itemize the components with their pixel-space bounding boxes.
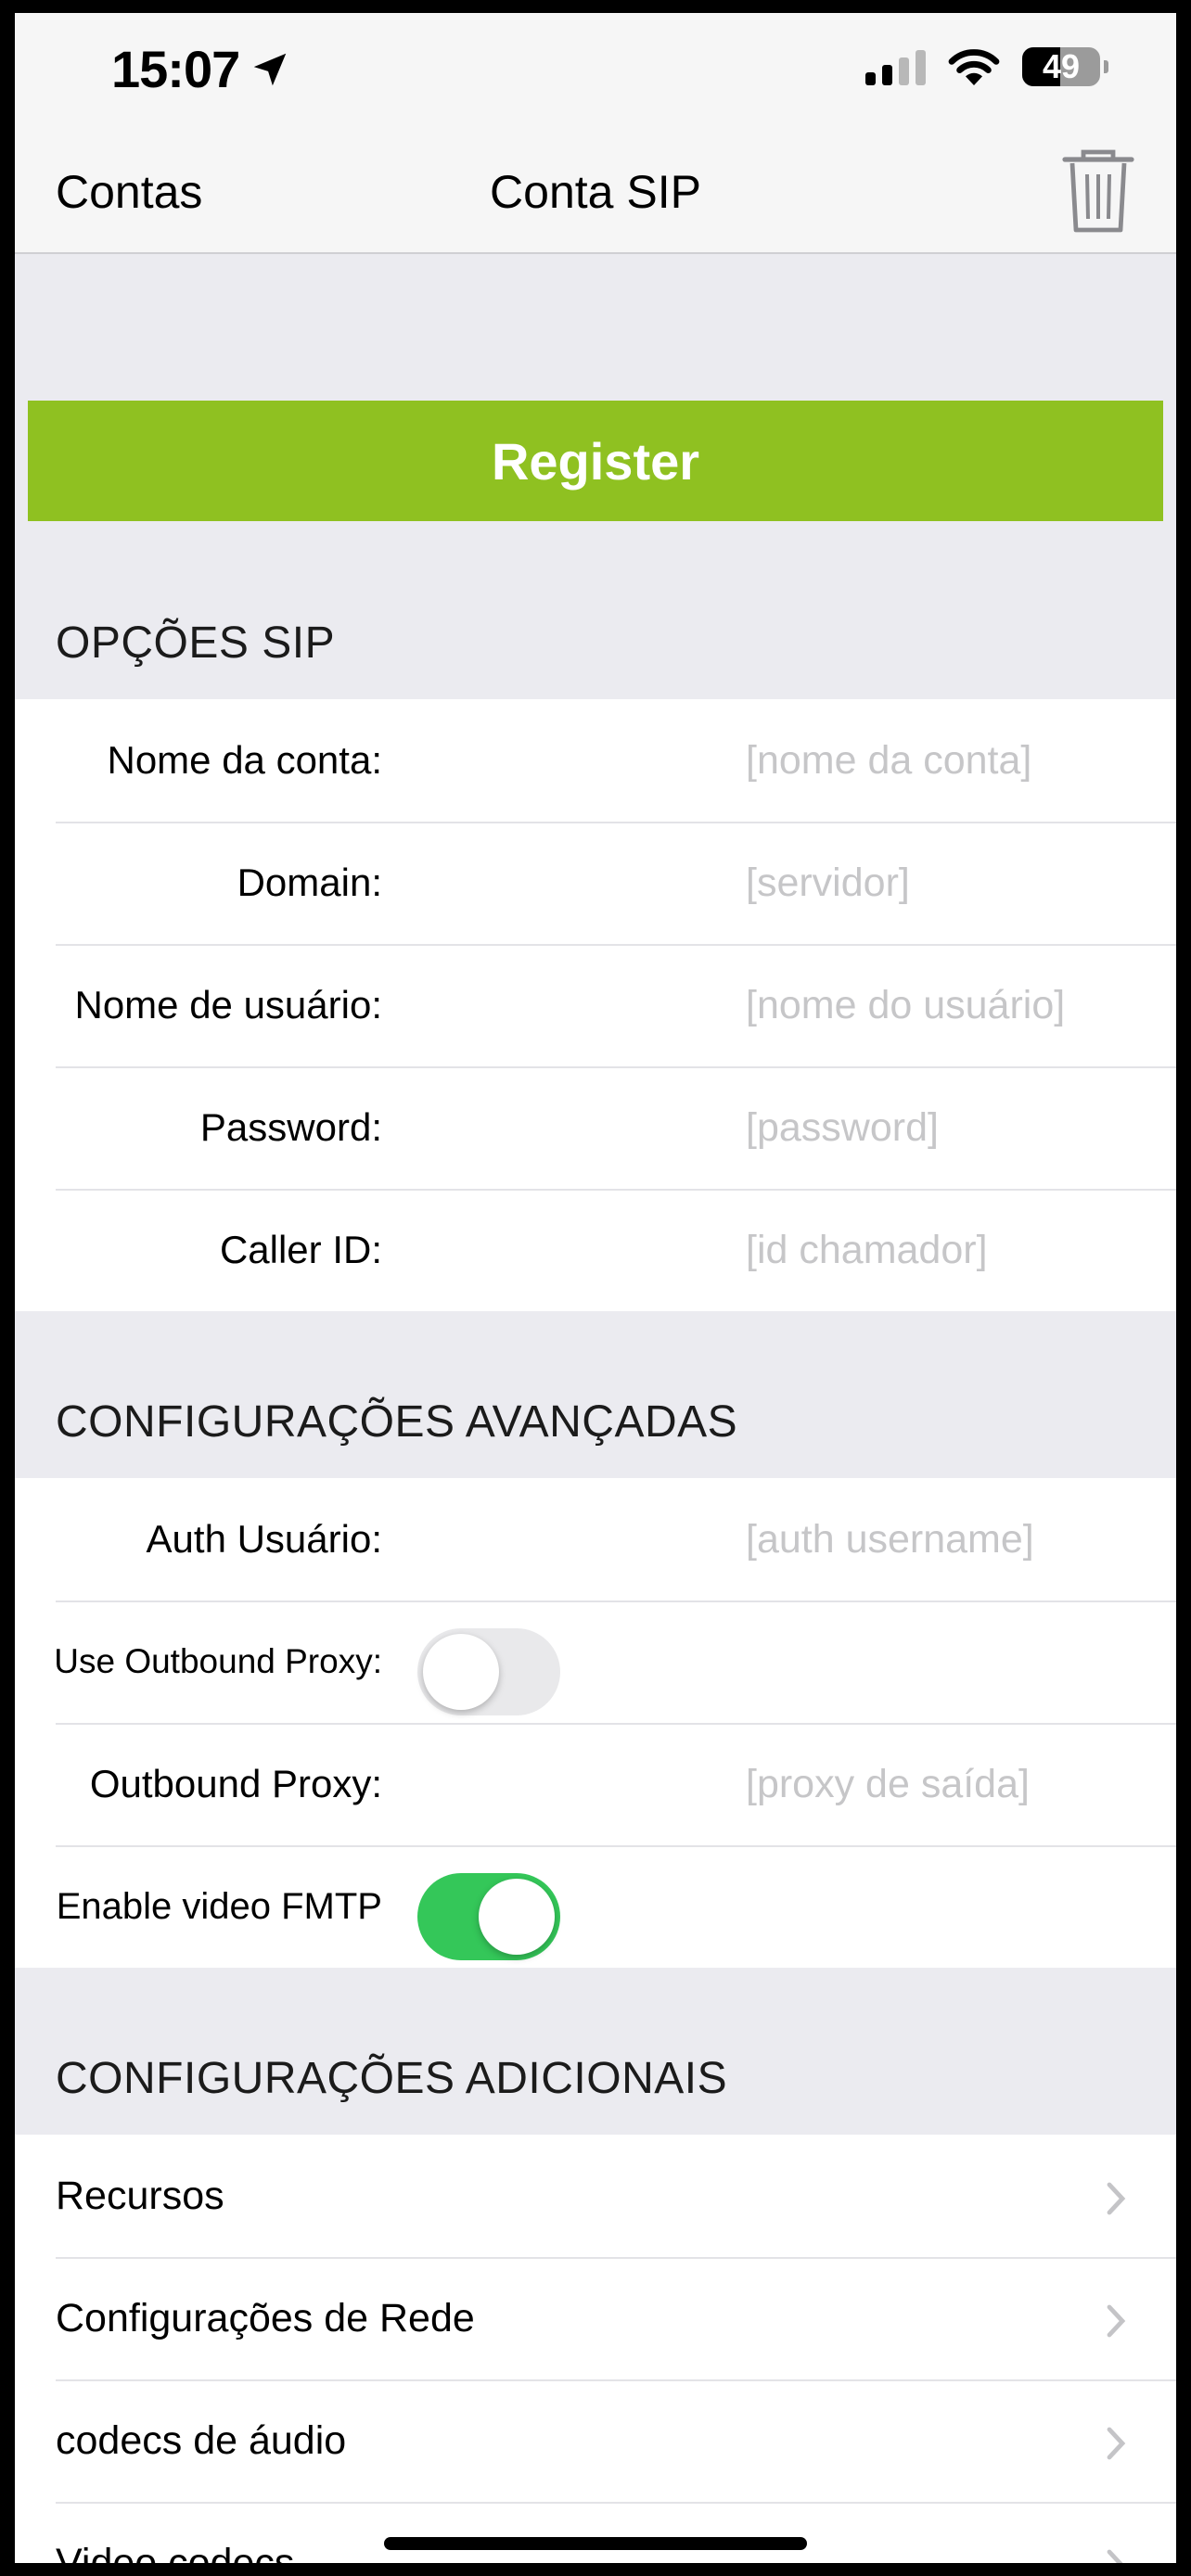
outbound-proxy-row[interactable]: Outbound Proxy: [proxy de saída] bbox=[15, 1723, 1176, 1845]
password-field[interactable]: [password] bbox=[746, 1066, 939, 1189]
list-item-label: Recursos bbox=[56, 2173, 224, 2218]
field-label: Auth Usuário: bbox=[146, 1517, 382, 1561]
toggle-knob bbox=[479, 1879, 555, 1955]
field-label: Outbound Proxy: bbox=[89, 1762, 382, 1805]
list-item-network-settings[interactable]: Configurações de Rede bbox=[15, 2257, 1176, 2379]
page-title: Conta SIP bbox=[490, 166, 701, 218]
battery-icon: 49 bbox=[1022, 47, 1108, 86]
section-header-sip-options: OPÇÕES SIP bbox=[56, 618, 336, 668]
use-outbound-proxy-row: Use Outbound Proxy: bbox=[15, 1600, 1176, 1723]
video-fmtp-toggle[interactable] bbox=[417, 1873, 560, 1960]
field-label: Use Outbound Proxy: bbox=[54, 1642, 382, 1680]
field-label: Caller ID: bbox=[219, 1228, 382, 1271]
outbound-proxy-field[interactable]: [proxy de saída] bbox=[746, 1723, 1030, 1845]
home-indicator[interactable] bbox=[384, 2537, 807, 2550]
field-label: Enable video FMTP bbox=[56, 1885, 382, 1927]
section-header-advanced: CONFIGURAÇÕES AVANÇADAS bbox=[56, 1397, 738, 1447]
navigation-bar: Contas Conta SIP bbox=[15, 124, 1176, 254]
field-label: Nome da conta: bbox=[107, 738, 382, 782]
list-item-label: codecs de áudio bbox=[56, 2417, 347, 2463]
clock: 15:07 bbox=[111, 40, 240, 98]
location-arrow-icon bbox=[253, 53, 287, 85]
domain-field[interactable]: [servidor] bbox=[746, 822, 910, 944]
screen: 15:07 49 Contas Conta SIP Register OPÇÕE… bbox=[15, 13, 1176, 2563]
caller-id-field[interactable]: [id chamador] bbox=[746, 1189, 988, 1311]
auth-user-field[interactable]: [auth username] bbox=[746, 1478, 1034, 1600]
password-row[interactable]: Password: [password] bbox=[15, 1066, 1176, 1189]
username-field[interactable]: [nome do usuário] bbox=[746, 944, 1065, 1066]
cellular-signal-icon bbox=[865, 48, 926, 85]
use-outbound-proxy-toggle[interactable] bbox=[417, 1628, 560, 1715]
chevron-right-icon bbox=[1107, 2304, 1126, 2338]
field-label: Domain: bbox=[237, 861, 382, 904]
chevron-right-icon bbox=[1107, 2549, 1123, 2563]
advanced-group: Auth Usuário: [auth username] Use Outbou… bbox=[15, 1478, 1176, 1968]
list-item-audio-codecs[interactable]: codecs de áudio bbox=[15, 2379, 1176, 2502]
battery-level: 49 bbox=[1042, 47, 1081, 85]
section-header-additional: CONFIGURAÇÕES ADICIONAIS bbox=[56, 2054, 728, 2103]
video-fmtp-row: Enable video FMTP bbox=[15, 1845, 1176, 1968]
additional-group: Recursos Configurações de Rede codecs de… bbox=[15, 2135, 1176, 2563]
list-item-label: Video codecs bbox=[56, 2540, 295, 2564]
trash-icon[interactable] bbox=[1059, 147, 1137, 236]
account-name-field[interactable]: [nome da conta] bbox=[746, 699, 1031, 822]
status-indicators: 49 bbox=[865, 46, 1108, 87]
status-time: 15:07 bbox=[111, 39, 291, 99]
status-bar: 15:07 49 bbox=[15, 13, 1176, 124]
list-item-label: Configurações de Rede bbox=[56, 2295, 475, 2340]
chevron-right-icon bbox=[1107, 2427, 1126, 2460]
chevron-right-icon bbox=[1107, 2182, 1126, 2215]
caller-id-row[interactable]: Caller ID: [id chamador] bbox=[15, 1189, 1176, 1311]
field-label: Password: bbox=[199, 1105, 382, 1149]
username-row[interactable]: Nome de usuário: [nome do usuário] bbox=[15, 944, 1176, 1066]
field-label: Nome de usuário: bbox=[74, 983, 382, 1027]
list-item-recursos[interactable]: Recursos bbox=[15, 2135, 1176, 2257]
register-button[interactable]: Register bbox=[28, 401, 1163, 521]
toggle-knob bbox=[423, 1634, 499, 1710]
sip-options-group: Nome da conta: [nome da conta] Domain: [… bbox=[15, 699, 1176, 1311]
domain-row[interactable]: Domain: [servidor] bbox=[15, 822, 1176, 944]
wifi-icon bbox=[948, 49, 1000, 85]
list-item-video-codecs[interactable]: Video codecs bbox=[15, 2502, 1176, 2563]
account-name-row[interactable]: Nome da conta: [nome da conta] bbox=[15, 699, 1176, 822]
device-frame: 15:07 49 Contas Conta SIP Register OPÇÕE… bbox=[0, 0, 1191, 2576]
auth-user-row[interactable]: Auth Usuário: [auth username] bbox=[15, 1478, 1176, 1600]
